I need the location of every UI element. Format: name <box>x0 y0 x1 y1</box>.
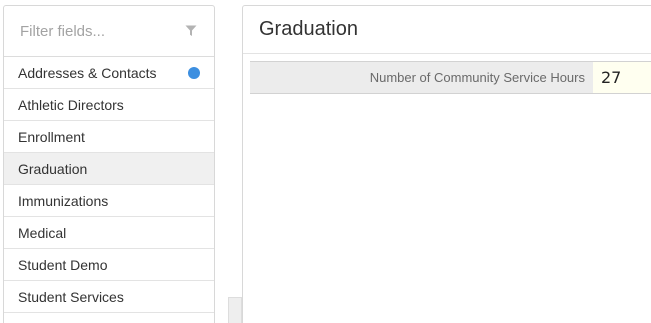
page-title: Graduation <box>243 6 651 54</box>
sidebar-panel: Addresses & Contacts Athletic Directors … <box>3 5 215 323</box>
sidebar-item-label: Student Demo <box>18 256 108 273</box>
sidebar-item-label: Enrollment <box>18 128 85 145</box>
filter-funnel-icon[interactable] <box>185 25 197 37</box>
sidebar-item-label: Student Services <box>18 288 124 305</box>
sidebar-item-label: Graduation <box>18 160 88 177</box>
scrollbar[interactable] <box>228 297 242 323</box>
field-row-community-service-hours: Number of Community Service Hours 27 <box>250 61 651 94</box>
community-service-hours-value[interactable]: 27 <box>593 62 651 93</box>
status-dot-icon <box>188 67 200 79</box>
sidebar-item-athletic-directors[interactable]: Athletic Directors <box>4 89 214 121</box>
sidebar-item-label: Athletic Directors <box>18 96 124 113</box>
filter-fields-input[interactable] <box>4 6 214 56</box>
sidebar-item-immunizations[interactable]: Immunizations <box>4 185 214 217</box>
sidebar-item-medical[interactable]: Medical <box>4 217 214 249</box>
sidebar-item-label: Medical <box>18 224 67 241</box>
sidebar-item-graduation[interactable]: Graduation <box>4 153 214 185</box>
sidebar-item-enrollment[interactable]: Enrollment <box>4 121 214 153</box>
sidebar-item-label: Addresses & Contacts <box>18 64 157 81</box>
sidebar-item-addresses-contacts[interactable]: Addresses & Contacts <box>4 57 214 89</box>
field-group-list: Addresses & Contacts Athletic Directors … <box>4 57 214 313</box>
main-panel: Graduation Number of Community Service H… <box>242 5 651 323</box>
sidebar-item-student-demo[interactable]: Student Demo <box>4 249 214 281</box>
filter-bar <box>4 6 214 57</box>
sidebar-item-label: Immunizations <box>18 192 109 209</box>
sidebar-item-student-services[interactable]: Student Services <box>4 281 214 313</box>
field-label: Number of Community Service Hours <box>250 62 593 93</box>
